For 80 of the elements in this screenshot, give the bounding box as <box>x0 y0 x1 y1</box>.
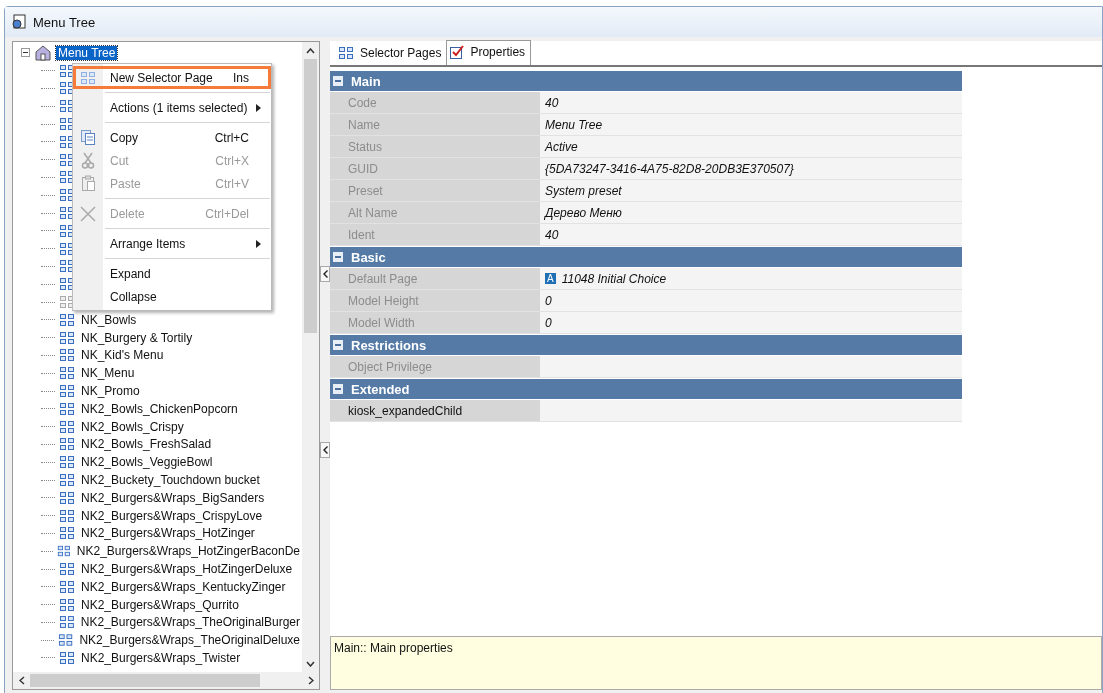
description-text: Main:: Main properties <box>334 641 453 655</box>
tree-item[interactable]: NK2_Burgers&Wraps_HotZingerDeluxe <box>79 562 295 576</box>
copy-icon <box>80 129 96 146</box>
scissors-icon <box>81 152 95 169</box>
collapse-toggle[interactable] <box>21 48 30 58</box>
tree-item[interactable]: NK2_Bowls_FreshSalad <box>79 437 214 452</box>
menu-item[interactable]: Expand <box>73 262 271 285</box>
menu-item[interactable]: Collapse <box>73 285 271 308</box>
house-icon <box>34 44 52 61</box>
collapse-panel-button[interactable] <box>320 266 330 282</box>
menu-item[interactable]: Copy Ctrl+C <box>73 126 271 149</box>
tree-item[interactable]: Menu Tree <box>56 45 118 60</box>
property-name: Alt Name <box>330 202 540 223</box>
type-badge: A <box>545 273 556 284</box>
tree-item[interactable]: NK2_Burgers&Wraps_HotZinger <box>79 526 257 541</box>
grid-icon <box>338 46 354 60</box>
submenu-arrow-icon <box>256 103 261 112</box>
tab[interactable]: Properties <box>446 40 532 65</box>
chevron-left-icon <box>322 446 328 454</box>
tree-item[interactable]: NK2_Burgers&Wraps_BigSanders <box>79 490 267 505</box>
section-title: Restrictions <box>351 337 427 353</box>
tree-item[interactable]: NK2_Burgers&Wraps_CrispyLove <box>79 508 265 523</box>
tree-item[interactable]: NK2_Burgers&Wraps_TheOriginalBurger <box>78 615 302 630</box>
menu-item[interactable]: Actions (1 items selected) <box>73 96 271 119</box>
tree-item[interactable]: NK2_Burgers&Wraps_TheOriginalDeluxe <box>77 633 302 648</box>
tab[interactable]: Selector Pages <box>336 43 447 65</box>
chevron-left-icon <box>322 270 328 278</box>
value-cell[interactable] <box>540 400 962 421</box>
menu-item[interactable]: New Selector Page Ins <box>73 66 271 89</box>
clipboard-icon <box>80 175 96 192</box>
grid-icon <box>80 70 96 85</box>
scrollbar-thumb[interactable] <box>30 674 260 687</box>
collapse-toggle[interactable] <box>333 252 343 262</box>
section-title: Main <box>351 73 381 89</box>
section-title: Extended <box>351 381 410 397</box>
property-name: Name <box>330 114 540 135</box>
tree-item[interactable]: NK2_Burgers&Wraps_Qurrito <box>79 597 241 612</box>
close-icon <box>79 204 97 223</box>
property-name: Model Width <box>330 312 540 333</box>
window-icon <box>11 14 27 30</box>
section-header[interactable]: Restrictions <box>330 335 962 355</box>
tree-item[interactable]: NK2_Burgers&Wraps_HotZingerBaconDe <box>74 544 302 559</box>
tree-item[interactable]: NK_Menu <box>79 366 137 381</box>
property-name: Object Privilege <box>330 356 540 377</box>
collapse-toggle[interactable] <box>333 340 343 350</box>
section-header[interactable]: Main <box>330 71 962 91</box>
tree-item[interactable]: NK2_Burgers&Wraps_KentuckyZinger <box>79 579 288 594</box>
scroll-right-icon[interactable] <box>307 676 314 685</box>
tree-item[interactable]: NK_Burgery & Tortily <box>79 330 195 345</box>
section-header[interactable]: Extended <box>330 379 962 399</box>
tree-item[interactable]: NK_Kid's Menu <box>79 348 166 363</box>
property-name: GUID <box>330 158 540 179</box>
scrollbar-thumb[interactable] <box>304 59 317 333</box>
property-name: Model Height <box>330 290 540 311</box>
window-title: Menu Tree <box>33 14 96 30</box>
section-title: Basic <box>351 249 386 265</box>
menu-item[interactable]: Arrange Items <box>73 232 271 255</box>
section-header[interactable]: Basic <box>330 247 962 267</box>
property-name: Status <box>330 136 540 157</box>
property-name: Default Page <box>330 268 540 289</box>
tree-item[interactable]: NK_Promo <box>79 384 142 399</box>
checklist-icon <box>449 44 465 60</box>
scroll-up-icon[interactable] <box>306 47 315 54</box>
tree-item[interactable]: NK2_Buckety_Touchdown bucket <box>79 473 262 487</box>
scroll-left-icon[interactable] <box>18 676 25 685</box>
tree-item[interactable]: NK2_Burgers&Wraps_Twister <box>79 651 243 665</box>
tree-item[interactable]: NK2_Bowls_Crispy <box>79 419 186 434</box>
scroll-down-icon[interactable] <box>306 660 315 667</box>
tree-item[interactable]: NK2_Bowls_ChickenPopcorn <box>79 401 240 416</box>
collapse-toggle[interactable] <box>333 76 343 86</box>
property-name: kiosk_expandedChild <box>330 400 540 421</box>
tree-item[interactable]: NK2_Bowls_VeggieBowl <box>79 455 215 470</box>
property-name: Preset <box>330 180 540 201</box>
value-cell[interactable] <box>540 356 962 377</box>
collapse-toggle[interactable] <box>333 384 343 394</box>
property-name: Ident <box>330 224 540 245</box>
submenu-arrow-icon <box>256 239 261 248</box>
tree-item[interactable]: NK_Bowls <box>79 312 139 327</box>
collapse-panel-button[interactable] <box>320 442 330 458</box>
property-name: Code <box>330 92 540 113</box>
